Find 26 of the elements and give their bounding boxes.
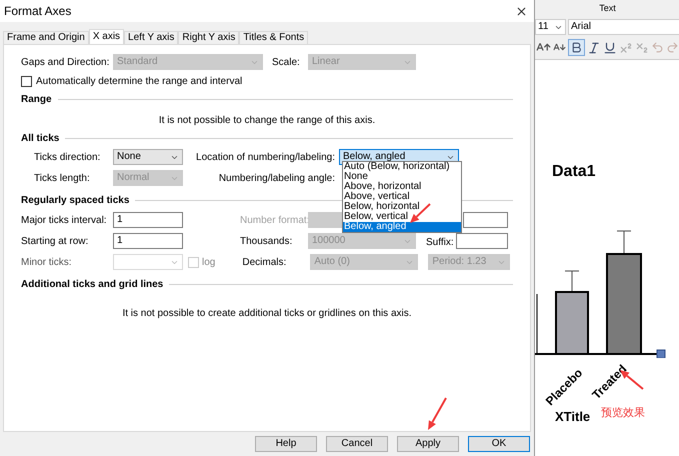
field-label: Gaps and Direction: (21, 56, 110, 70)
window-title: Format Axes (4, 3, 72, 20)
field-label: Thousands: (240, 234, 294, 248)
checkbox-label: log (202, 256, 216, 270)
info-text: It is not possible to create additional ticks or gridlines on this axis. (122, 307, 412, 320)
field-label: Starting at row: (21, 234, 90, 248)
graph-title: Data1 (552, 162, 596, 182)
field-label: Decimals: (242, 256, 288, 270)
panel-header: Text (599, 2, 616, 16)
field-label: Major ticks interval: (21, 214, 108, 228)
section-heading: Range (21, 92, 52, 106)
field-label: Suffix: (426, 236, 455, 250)
field-label: Minor ticks: (21, 256, 73, 270)
section-heading: Additional ticks and grid lines (21, 278, 164, 292)
info-text: It is not possible to change the range of this axis. (158, 114, 376, 127)
field-label: Number format: (240, 214, 308, 228)
section-heading: All ticks (21, 132, 60, 146)
field-label: Scale: (272, 56, 301, 70)
field-label: Location of numbering/labeling: (195, 150, 336, 164)
field-label: Numbering/labeling angle: (218, 172, 336, 186)
section-heading: Regularly spaced ticks (21, 194, 130, 208)
annotation-text: 预览效果 (601, 406, 645, 421)
field-label: Ticks direction: (34, 150, 102, 164)
checkbox-label: Automatically determine the range and interval (36, 74, 242, 88)
axis-title: XTitle (555, 408, 590, 426)
field-label: Ticks length: (34, 172, 91, 186)
